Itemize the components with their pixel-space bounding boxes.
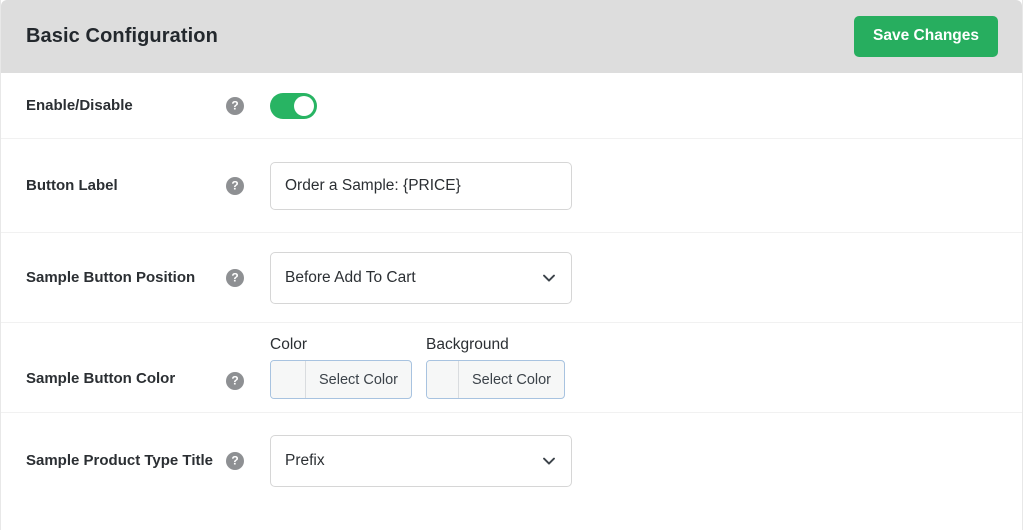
help-icon-button-label[interactable]: ? bbox=[226, 176, 244, 195]
help-icon-sample-product-type-title[interactable]: ? bbox=[226, 452, 244, 470]
panel-header: Basic Configuration Save Changes bbox=[1, 0, 1022, 73]
help-icon-sample-button-color[interactable]: ? bbox=[226, 372, 244, 390]
help-icon-glyph: ? bbox=[231, 178, 239, 192]
help-icon-glyph: ? bbox=[231, 453, 239, 468]
enable-disable-toggle[interactable] bbox=[270, 92, 317, 119]
label-button-label: Button Label bbox=[26, 176, 118, 194]
select-color-button-color[interactable]: Select Color bbox=[270, 360, 412, 399]
help-icon-glyph: ? bbox=[231, 98, 239, 112]
row-sample-button-position: Sample Button Position ? Before Add To C… bbox=[1, 233, 1022, 323]
color-field-background: Background Select Color bbox=[426, 336, 565, 399]
color-swatch-color[interactable] bbox=[271, 361, 307, 398]
basic-configuration-panel: Basic Configuration Save Changes Enable/… bbox=[0, 0, 1023, 530]
label-sample-product-type-title: Sample Product Type Title bbox=[26, 452, 213, 470]
sample-product-type-title-select[interactable]: Prefix bbox=[270, 435, 572, 487]
field-sample-button-position: Before Add To Cart bbox=[270, 251, 1022, 304]
select-color-label-background: Select Color bbox=[472, 371, 551, 388]
help-icon-glyph: ? bbox=[231, 373, 239, 388]
field-sample-product-type-title: Prefix bbox=[270, 435, 1022, 487]
sample-product-type-title-select-wrap: Prefix bbox=[270, 435, 572, 487]
caption-color: Color bbox=[270, 335, 308, 353]
settings-rows: Enable/Disable ? Button Label ? Sample B… bbox=[1, 73, 1022, 509]
help-icon-sample-button-position[interactable]: ? bbox=[226, 268, 244, 287]
row-button-label: Button Label ? bbox=[1, 139, 1022, 233]
help-icon-glyph: ? bbox=[231, 270, 239, 284]
color-swatch-background[interactable] bbox=[427, 361, 460, 398]
help-icon-enable-disable[interactable]: ? bbox=[226, 96, 244, 115]
button-label-input[interactable] bbox=[270, 161, 572, 210]
row-sample-product-type-title: Sample Product Type Title ? Prefix bbox=[1, 413, 1022, 509]
label-enable-disable: Enable/Disable bbox=[26, 96, 133, 114]
color-field-color: Color Select Color bbox=[270, 336, 412, 399]
page-title: Basic Configuration bbox=[26, 25, 218, 47]
sample-button-position-select-wrap: Before Add To Cart bbox=[270, 251, 572, 304]
field-button-label bbox=[270, 161, 1022, 210]
color-picker-group: Color Select Color Background Select Col… bbox=[270, 336, 565, 412]
field-enable-disable bbox=[270, 92, 1022, 119]
row-enable-disable: Enable/Disable ? bbox=[1, 73, 1022, 139]
toggle-knob bbox=[294, 95, 314, 116]
select-color-button-background[interactable]: Select Color bbox=[426, 360, 565, 399]
row-sample-button-color: Sample Button Color ? Color Select Color… bbox=[1, 323, 1022, 413]
caption-background: Background bbox=[426, 335, 509, 353]
select-color-label-color: Select Color bbox=[319, 371, 398, 388]
save-changes-button[interactable]: Save Changes bbox=[854, 16, 998, 57]
sample-button-position-select[interactable]: Before Add To Cart bbox=[270, 251, 572, 304]
label-sample-button-color: Sample Button Color bbox=[26, 370, 176, 388]
field-sample-button-color: Color Select Color Background Select Col… bbox=[270, 336, 1022, 412]
label-sample-button-position: Sample Button Position bbox=[26, 268, 196, 286]
